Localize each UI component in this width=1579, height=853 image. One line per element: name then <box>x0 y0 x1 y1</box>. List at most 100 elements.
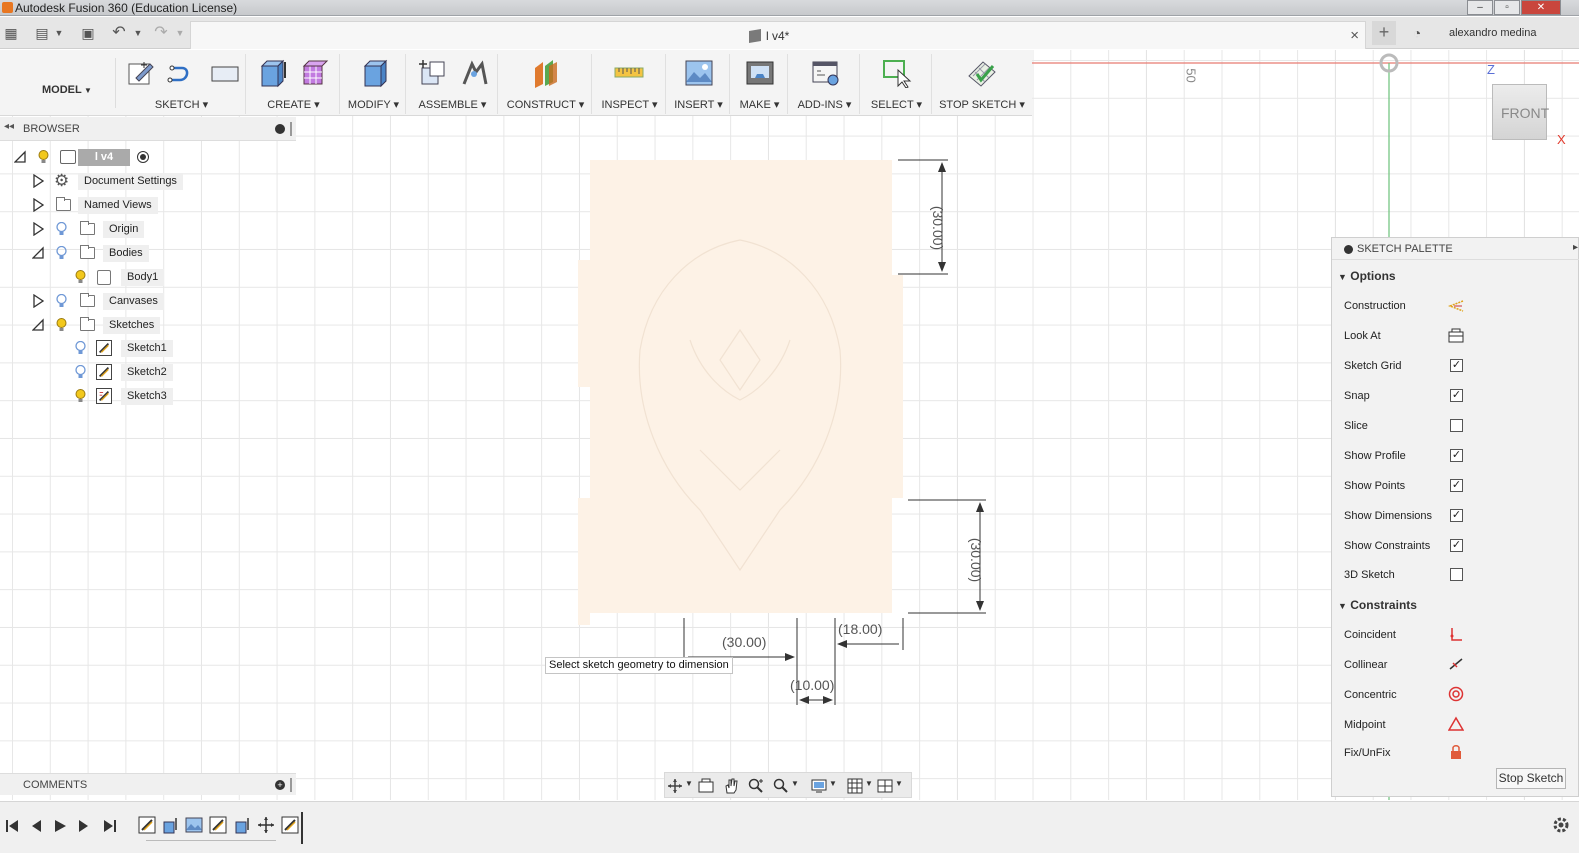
activate-radio-icon[interactable] <box>137 151 149 163</box>
play-icon[interactable] <box>52 818 68 834</box>
assemble-group[interactable]: ASSEMBLE ▾ <box>408 54 498 114</box>
document-tab[interactable]: l v4* × <box>190 21 1366 49</box>
tree-item-body1[interactable]: Body1 <box>72 267 172 287</box>
viewports-dropdown-icon[interactable]: ▼ <box>895 779 903 788</box>
tree-item-sketches[interactable]: Sketches <box>32 315 172 335</box>
minimize-button[interactable]: – <box>1467 0 1493 15</box>
snap-checkbox[interactable]: ✓ <box>1450 389 1463 402</box>
slice-checkbox[interactable] <box>1450 419 1463 432</box>
tree-item-sketch2[interactable]: Sketch2 <box>72 362 182 382</box>
step-forward-icon[interactable] <box>76 818 92 834</box>
redo-icon[interactable]: ↷ <box>153 25 169 41</box>
tree-item-sketch3[interactable]: Sketch3 <box>72 386 182 406</box>
constraints-section-header[interactable]: ▼ Constraints <box>1338 598 1417 612</box>
palette-header[interactable]: SKETCH PALETTE ▸ <box>1332 238 1579 260</box>
timeline-active-sketch-icon[interactable] <box>281 816 299 834</box>
apps-grid-icon[interactable]: ▦ <box>3 25 19 41</box>
undo-dropdown-icon[interactable]: ▼ <box>130 25 146 41</box>
browser-grip-icon[interactable] <box>290 122 292 136</box>
zoom-icon[interactable] <box>748 778 764 794</box>
dimension-label[interactable]: (30.00) <box>930 206 946 250</box>
step-back-icon[interactable] <box>28 818 44 834</box>
tree-item-named-views[interactable]: Named Views <box>32 195 172 215</box>
stop-sketch-group[interactable]: STOP SKETCH ▾ <box>934 54 1030 114</box>
timeline-sketch-icon[interactable] <box>138 816 156 834</box>
redo-dropdown-icon[interactable]: ▼ <box>172 25 188 41</box>
display-settings-icon[interactable] <box>811 778 827 794</box>
browser-header[interactable]: ◂◂ BROWSER <box>0 117 296 141</box>
tree-item-canvases[interactable]: Canvases <box>32 291 172 311</box>
sketch-group[interactable]: SKETCH ▾ <box>118 54 246 114</box>
timeline-marker[interactable] <box>301 812 303 844</box>
close-tab-icon[interactable]: × <box>1350 27 1359 44</box>
dimension-label[interactable]: (18.00) <box>838 621 882 637</box>
fit-zoom-icon[interactable] <box>773 778 789 794</box>
show-dimensions-checkbox[interactable]: ✓ <box>1450 509 1463 522</box>
create-group[interactable]: CREATE ▾ <box>248 54 340 114</box>
go-to-start-icon[interactable] <box>4 818 20 834</box>
file-menu-icon[interactable]: ▤ <box>34 25 50 41</box>
pan-hand-icon[interactable] <box>723 778 739 794</box>
orbit-dropdown-icon[interactable]: ▼ <box>685 779 693 788</box>
show-profile-checkbox[interactable]: ✓ <box>1450 449 1463 462</box>
add-comment-icon[interactable]: + <box>275 780 285 790</box>
save-icon[interactable]: ▣ <box>80 25 96 41</box>
job-status-icon[interactable]: ◔ <box>1409 25 1425 41</box>
timeline-sketch-icon[interactable] <box>209 816 227 834</box>
workspace-switcher[interactable]: MODEL ▼ <box>6 58 116 108</box>
inspect-group[interactable]: INSPECT ▾ <box>594 54 666 114</box>
timeline-extrude-icon[interactable] <box>161 816 179 834</box>
show-points-checkbox[interactable]: ✓ <box>1450 479 1463 492</box>
file-dropdown-icon[interactable]: ▼ <box>51 25 67 41</box>
tree-item-document-settings[interactable]: ⚙ Document Settings <box>32 171 183 191</box>
close-window-button[interactable]: ✕ <box>1521 0 1561 15</box>
tree-item-sketch1[interactable]: Sketch1 <box>72 338 182 358</box>
undo-icon[interactable]: ↶ <box>111 25 127 41</box>
comments-grip-icon[interactable] <box>290 778 292 792</box>
timeline-extrude-icon[interactable] <box>233 816 251 834</box>
collapse-browser-icon[interactable]: ◂◂ <box>4 121 14 132</box>
tree-item-origin[interactable]: Origin <box>32 219 152 239</box>
insert-group[interactable]: INSERT ▾ <box>668 54 730 114</box>
timeline-settings-gear-icon[interactable] <box>1552 816 1570 834</box>
collinear-icon[interactable] <box>1448 656 1464 672</box>
grid-settings-icon[interactable] <box>847 778 863 794</box>
3d-sketch-checkbox[interactable] <box>1450 568 1463 581</box>
modify-group[interactable]: MODIFY ▾ <box>342 54 406 114</box>
select-group[interactable]: SELECT ▾ <box>862 54 932 114</box>
tree-root-row[interactable]: l v4 <box>14 147 174 167</box>
browser-minimize-icon[interactable] <box>275 124 285 134</box>
user-name[interactable]: alexandro medina <box>1449 27 1536 39</box>
stop-sketch-button[interactable]: Stop Sketch <box>1496 768 1566 789</box>
palette-minimize-icon[interactable] <box>1344 245 1353 254</box>
new-tab-button[interactable]: + <box>1372 21 1396 45</box>
sketch-grid-checkbox[interactable]: ✓ <box>1450 359 1463 372</box>
show-constraints-checkbox[interactable]: ✓ <box>1450 539 1463 552</box>
view-cube[interactable]: FRONT <box>1492 84 1549 140</box>
timeline-move-icon[interactable] <box>257 816 275 834</box>
viewports-icon[interactable] <box>877 778 893 794</box>
go-to-end-icon[interactable] <box>102 818 118 834</box>
construct-group[interactable]: CONSTRUCT ▾ <box>500 54 592 114</box>
look-at-icon[interactable] <box>1448 328 1464 344</box>
construction-icon[interactable] <box>1448 298 1464 314</box>
coincident-icon[interactable] <box>1448 626 1464 642</box>
lock-icon[interactable] <box>1448 744 1464 760</box>
maximize-button[interactable]: ▫ <box>1494 0 1520 15</box>
orbit-icon[interactable] <box>667 778 683 794</box>
palette-expand-icon[interactable]: ▸ <box>1573 242 1578 253</box>
dimension-label[interactable]: (30.00) <box>968 538 984 582</box>
look-at-nav-icon[interactable] <box>698 778 714 794</box>
tree-item-bodies[interactable]: Bodies <box>32 243 162 263</box>
zoom-dropdown-icon[interactable]: ▼ <box>791 779 799 788</box>
concentric-icon[interactable] <box>1448 686 1464 702</box>
dimension-label[interactable]: (30.00) <box>722 634 766 650</box>
timeline-canvas-icon[interactable] <box>185 816 203 834</box>
dimension-label[interactable]: (10.00) <box>790 677 834 693</box>
options-section-header[interactable]: ▼ Options <box>1338 269 1396 283</box>
add-ins-group[interactable]: ADD-INS ▾ <box>790 54 860 114</box>
grid-dropdown-icon[interactable]: ▼ <box>865 779 873 788</box>
comments-panel[interactable]: COMMENTS + <box>0 773 296 795</box>
make-group[interactable]: MAKE ▾ <box>732 54 788 114</box>
display-dropdown-icon[interactable]: ▼ <box>829 779 837 788</box>
